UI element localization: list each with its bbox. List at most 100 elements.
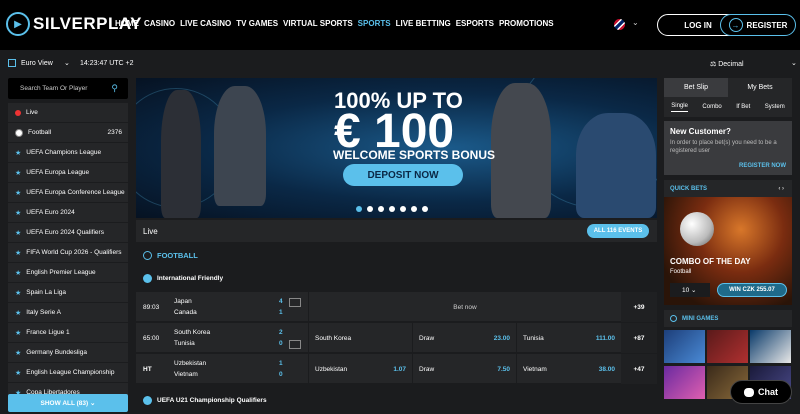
sidebar-item-label: Football bbox=[28, 129, 52, 136]
nav-promotions[interactable]: PROMOTIONS bbox=[499, 19, 554, 28]
search-input[interactable]: Search Team Or Player ⚲ bbox=[8, 78, 128, 99]
game-tile[interactable] bbox=[707, 330, 748, 363]
play-icon: ▶ bbox=[6, 12, 30, 36]
match-row[interactable]: 65:00 South Korea Tunisia 2 0 South Kore… bbox=[136, 323, 657, 353]
promo-banner[interactable]: 100% UP TO € 100 WELCOME SPORTS BONUS DE… bbox=[136, 78, 657, 218]
team-away: Canada bbox=[174, 309, 197, 316]
star-icon[interactable]: ★ bbox=[15, 169, 21, 177]
carousel-dot[interactable] bbox=[378, 206, 384, 212]
match-row[interactable]: 89:03 Japan Canada 4 1 Bet now +39 bbox=[136, 292, 657, 322]
carousel-dot[interactable] bbox=[389, 206, 395, 212]
football-icon bbox=[143, 250, 152, 260]
sidebar-item-league[interactable]: ★ FIFA World Cup 2026 - Qualifiers bbox=[8, 243, 128, 263]
tab-my-bets[interactable]: My Bets bbox=[728, 78, 792, 97]
nav-live-casino[interactable]: LIVE CASINO bbox=[180, 19, 231, 28]
more-markets-button[interactable]: +39 bbox=[621, 292, 657, 322]
game-icon bbox=[670, 315, 677, 322]
league-header[interactable]: UEFA U21 Championship Qualifiers bbox=[136, 390, 657, 410]
game-tile[interactable] bbox=[664, 366, 705, 399]
league-header[interactable]: International Friendly bbox=[136, 268, 657, 288]
odds-draw-button[interactable]: Draw 7.50 bbox=[412, 354, 516, 384]
show-all-button[interactable]: SHOW ALL (83) ⌄ bbox=[8, 394, 128, 412]
odds-away-button[interactable]: Tunisia 111.00 bbox=[516, 323, 621, 353]
sidebar-item-league[interactable]: ★ France Ligue 1 bbox=[8, 323, 128, 343]
game-tile[interactable] bbox=[750, 330, 791, 363]
odds-away-button[interactable]: Vietnam 38.00 bbox=[516, 354, 621, 384]
carousel-arrows[interactable]: ‹ › bbox=[778, 186, 784, 192]
view-selector[interactable]: Euro View bbox=[21, 60, 53, 67]
nav-virtual-sports[interactable]: VIRTUAL SPORTS bbox=[283, 19, 353, 28]
star-icon[interactable]: ★ bbox=[15, 189, 21, 197]
sidebar-item-league[interactable]: ★ English League Championship bbox=[8, 363, 128, 383]
sport-header[interactable]: FOOTBALL bbox=[136, 245, 657, 265]
carousel-dot[interactable] bbox=[422, 206, 428, 212]
star-icon[interactable]: ★ bbox=[15, 329, 21, 337]
sidebar-item-league[interactable]: ★ English Premier League bbox=[8, 263, 128, 283]
stake-input[interactable]: 10 ⌄ bbox=[670, 283, 710, 297]
star-icon[interactable]: ★ bbox=[15, 249, 21, 257]
sidebar-item-league[interactable]: ★ UEFA Champions League bbox=[8, 143, 128, 163]
odds-home-button[interactable]: Uzbekistan 1.07 bbox=[308, 354, 412, 384]
sidebar-item-league[interactable]: ★ Spain La Liga bbox=[8, 283, 128, 303]
nav-casino[interactable]: CASINO bbox=[144, 19, 175, 28]
stats-icon[interactable] bbox=[289, 298, 301, 307]
sidebar-item-league[interactable]: ★ UEFA Europa Conference League bbox=[8, 183, 128, 203]
odds-label: Tunisia bbox=[523, 334, 544, 342]
nav-sports[interactable]: SPORTS bbox=[358, 19, 391, 28]
register-button[interactable]: → REGISTER bbox=[720, 14, 796, 36]
view-icon[interactable] bbox=[8, 59, 16, 67]
tab-single[interactable]: Single bbox=[671, 103, 688, 112]
star-icon[interactable]: ★ bbox=[15, 349, 21, 357]
bet-now-button[interactable]: Bet now bbox=[308, 292, 621, 322]
sidebar-item-league[interactable]: ★ UEFA Euro 2024 bbox=[8, 203, 128, 223]
chevron-down-icon[interactable]: ⌄ bbox=[632, 18, 639, 27]
star-icon[interactable]: ★ bbox=[15, 209, 21, 217]
nav-esports[interactable]: ESPORTS bbox=[456, 19, 494, 28]
tab-combo[interactable]: Combo bbox=[702, 104, 721, 110]
clock: 14:23:47 UTC +2 bbox=[80, 60, 134, 67]
more-markets-button[interactable]: +87 bbox=[621, 323, 657, 353]
team-away: Vietnam bbox=[174, 371, 198, 378]
stats-icon[interactable] bbox=[289, 340, 301, 349]
search-icon[interactable]: ⚲ bbox=[111, 83, 118, 94]
all-events-button[interactable]: ALL 116 EVENTS bbox=[587, 224, 649, 238]
star-icon[interactable]: ★ bbox=[15, 289, 21, 297]
deposit-now-button[interactable]: DEPOSIT NOW bbox=[343, 164, 463, 186]
more-markets-button[interactable]: +47 bbox=[621, 354, 657, 384]
odds-format-selector[interactable]: ⚖ Decimal bbox=[710, 60, 744, 68]
carousel-dot[interactable] bbox=[400, 206, 406, 212]
sidebar-item-league[interactable]: ★ Italy Serie A bbox=[8, 303, 128, 323]
odds-value: 1.07 bbox=[393, 365, 406, 373]
star-icon[interactable]: ★ bbox=[15, 369, 21, 377]
win-button[interactable]: WIN CZK 255.07 bbox=[717, 283, 787, 297]
sidebar-item-league[interactable]: ★ UEFA Euro 2024 Qualifiers bbox=[8, 223, 128, 243]
tab-system[interactable]: System bbox=[765, 104, 785, 110]
carousel-dot[interactable] bbox=[367, 206, 373, 212]
nav-home[interactable]: HOME bbox=[115, 19, 139, 28]
carousel-dot[interactable] bbox=[411, 206, 417, 212]
sidebar-item-live[interactable]: Live bbox=[8, 103, 128, 123]
odds-home-button[interactable]: South Korea bbox=[308, 323, 412, 353]
match-row[interactable]: HT Uzbekistan Vietnam 1 0 Uzbekistan 1.07… bbox=[136, 354, 657, 384]
chevron-down-icon[interactable]: ⌄ bbox=[64, 59, 70, 67]
tab-if-bet[interactable]: If Bet bbox=[736, 104, 750, 110]
nav-tv-games[interactable]: TV GAMES bbox=[236, 19, 278, 28]
chevron-down-icon[interactable]: ⌄ bbox=[791, 59, 797, 67]
chat-button[interactable]: Chat bbox=[730, 380, 792, 404]
sidebar-item-label: UEFA Champions League bbox=[26, 149, 102, 156]
game-tile[interactable] bbox=[664, 330, 705, 363]
odds-draw-button[interactable]: Draw 23.00 bbox=[412, 323, 516, 353]
carousel-dot[interactable] bbox=[356, 206, 362, 212]
star-icon[interactable]: ★ bbox=[15, 149, 21, 157]
nav-live-betting[interactable]: LIVE BETTING bbox=[396, 19, 451, 28]
tab-bet-slip[interactable]: Bet Slip bbox=[664, 78, 728, 97]
register-now-link[interactable]: REGISTER NOW bbox=[739, 163, 786, 169]
star-icon[interactable]: ★ bbox=[15, 309, 21, 317]
uk-flag-icon[interactable] bbox=[614, 19, 625, 30]
sidebar-item-league[interactable]: ★ UEFA Europa League bbox=[8, 163, 128, 183]
combo-of-the-day-card[interactable]: COMBO OF THE DAY Football 10 ⌄ WIN CZK 2… bbox=[664, 197, 792, 305]
star-icon[interactable]: ★ bbox=[15, 229, 21, 237]
sidebar-item-league[interactable]: ★ Germany Bundesliga bbox=[8, 343, 128, 363]
star-icon[interactable]: ★ bbox=[15, 269, 21, 277]
sidebar-item-football[interactable]: Football 2376 bbox=[8, 123, 128, 143]
